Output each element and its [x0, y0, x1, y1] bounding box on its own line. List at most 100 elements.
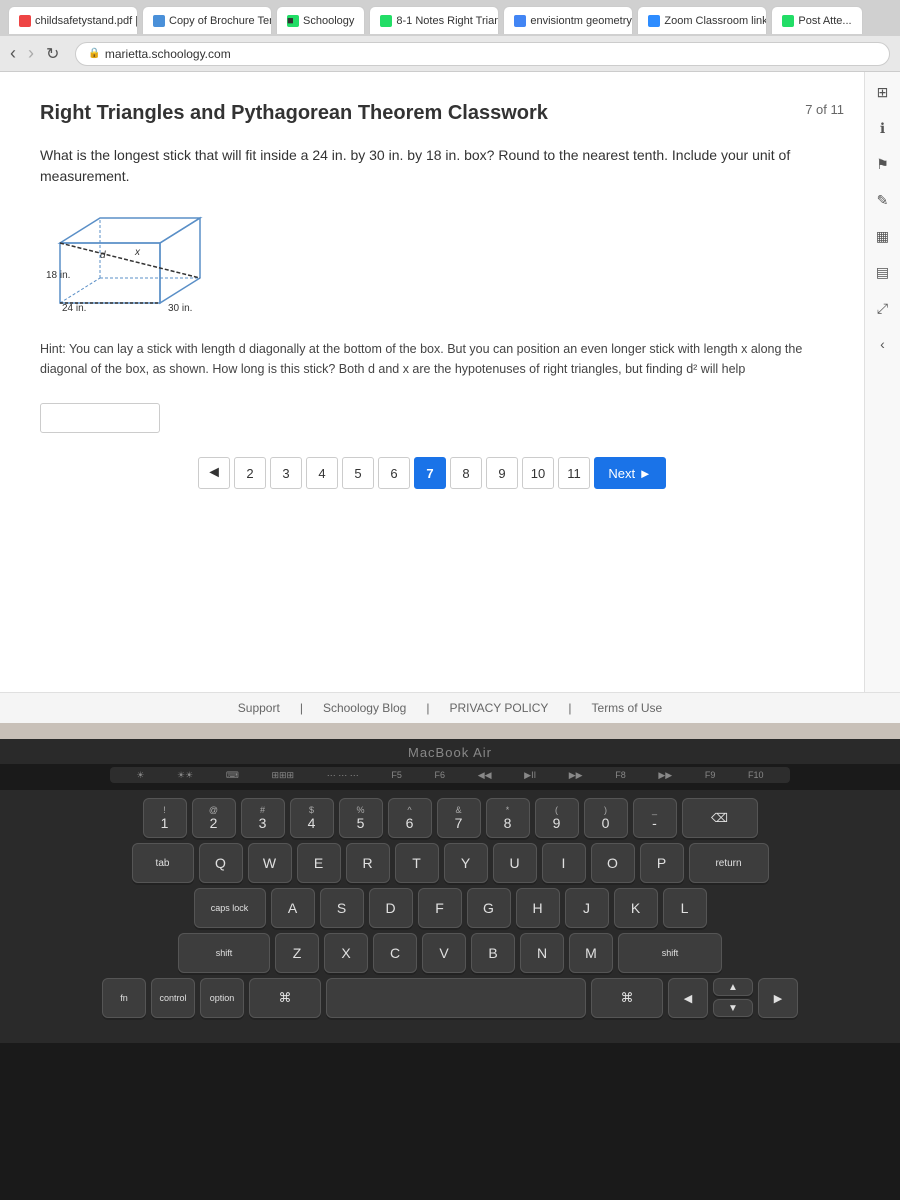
page-10-button[interactable]: 10 [522, 457, 554, 489]
key-y[interactable]: Y [444, 843, 488, 883]
key-w[interactable]: W [248, 843, 292, 883]
key-x[interactable]: X [324, 933, 368, 973]
key-i[interactable]: I [542, 843, 586, 883]
key-7[interactable]: & 7 [437, 798, 481, 838]
key-v[interactable]: V [422, 933, 466, 973]
key-m[interactable]: M [569, 933, 613, 973]
tab-zoom[interactable]: Zoom Classroom link |... [637, 6, 767, 34]
page-9-button[interactable]: 9 [486, 457, 518, 489]
back-button[interactable]: ‹ [10, 43, 16, 64]
footer-support[interactable]: Support [238, 701, 280, 715]
key-1[interactable]: ! 1 [143, 798, 187, 838]
key-z[interactable]: Z [275, 933, 319, 973]
page-3-button[interactable]: 3 [270, 457, 302, 489]
key-u[interactable]: U [493, 843, 537, 883]
key-3[interactable]: # 3 [241, 798, 285, 838]
key-o[interactable]: O [591, 843, 635, 883]
footer-privacy[interactable]: PRIVACY POLICY [449, 701, 548, 715]
info-icon[interactable]: ℹ [871, 116, 895, 140]
tab-post[interactable]: Post Atte... [771, 6, 862, 34]
key-p[interactable]: P [640, 843, 684, 883]
keyboard-row-asdf: caps lock A S D F G H J K L [14, 888, 886, 928]
key-minus[interactable]: _ - [633, 798, 677, 838]
key-j[interactable]: J [565, 888, 609, 928]
key-tab[interactable]: tab [132, 843, 194, 883]
key-a[interactable]: A [271, 888, 315, 928]
page-4-button[interactable]: 4 [306, 457, 338, 489]
tab-childsafety[interactable]: childsafetystand.pdf |... [8, 6, 138, 34]
key-2[interactable]: @ 2 [192, 798, 236, 838]
url-bar[interactable]: 🔒 marietta.schoology.com [75, 42, 890, 66]
page-8-button[interactable]: 8 [450, 457, 482, 489]
reload-button[interactable]: ↻ [46, 44, 59, 64]
page-6-button[interactable]: 6 [378, 457, 410, 489]
browser-address-bar: ‹ › ↻ 🔒 marietta.schoology.com [0, 36, 900, 72]
key-command-right[interactable]: ⌘ [591, 978, 663, 1018]
d-label: d [100, 250, 106, 261]
page-7-button[interactable]: 7 [414, 457, 446, 489]
key-s[interactable]: S [320, 888, 364, 928]
hint-text: Hint: You can lay a stick with length d … [40, 339, 820, 379]
key-control[interactable]: control [151, 978, 195, 1018]
key-q[interactable]: Q [199, 843, 243, 883]
expand-icon[interactable]: ⤢ [871, 296, 895, 320]
tab-schoology[interactable]: ■ Schoology [276, 6, 365, 34]
key-enter[interactable]: return [689, 843, 769, 883]
key-h[interactable]: H [516, 888, 560, 928]
key-command-left[interactable]: ⌘ [249, 978, 321, 1018]
page-2-button[interactable]: 2 [234, 457, 266, 489]
answer-input[interactable] [40, 403, 160, 433]
doc-icon[interactable]: ▤ [871, 260, 895, 284]
key-8[interactable]: * 8 [486, 798, 530, 838]
pencil-icon[interactable]: ✎ [871, 188, 895, 212]
tab-brochure[interactable]: Copy of Brochure Tem... [142, 6, 272, 34]
tab-google[interactable]: envisiontm geometry +... [503, 6, 633, 34]
key-fn[interactable]: fn [102, 978, 146, 1018]
key-4[interactable]: $ 4 [290, 798, 334, 838]
grid2-icon[interactable]: ▦ [871, 224, 895, 248]
question-text: What is the longest stick that will fit … [40, 145, 824, 187]
grid-icon[interactable]: ⊞ [871, 80, 895, 104]
key-b[interactable]: B [471, 933, 515, 973]
key-n[interactable]: N [520, 933, 564, 973]
key-f[interactable]: F [418, 888, 462, 928]
key-5[interactable]: % 5 [339, 798, 383, 838]
key-k[interactable]: K [614, 888, 658, 928]
keyboard-row-zxcv: shift Z X C V B N M shift [14, 933, 886, 973]
x-label: x [134, 247, 141, 258]
key-shift-left[interactable]: shift [178, 933, 270, 973]
flag-icon[interactable]: ⚑ [871, 152, 895, 176]
key-arrow-down[interactable]: ▼ [713, 999, 753, 1017]
footer: Support | Schoology Blog | PRIVACY POLIC… [0, 692, 900, 723]
key-arrow-up[interactable]: ▲ [713, 978, 753, 996]
keyboard-row-bottom: fn control option ⌘ ⌘ ◀ ▲ ▼ ▶ [14, 978, 886, 1018]
key-option[interactable]: option [200, 978, 244, 1018]
prev-page-button[interactable]: ◄ [198, 457, 230, 489]
right-sidebar: ⊞ ℹ ⚑ ✎ ▦ ▤ ⤢ ‹ [864, 72, 900, 692]
key-backspace[interactable]: ⌫ [682, 798, 758, 838]
footer-blog[interactable]: Schoology Blog [323, 701, 406, 715]
key-e[interactable]: E [297, 843, 341, 883]
key-c[interactable]: C [373, 933, 417, 973]
key-0[interactable]: ) 0 [584, 798, 628, 838]
page-5-button[interactable]: 5 [342, 457, 374, 489]
key-d[interactable]: D [369, 888, 413, 928]
key-shift-right[interactable]: shift [618, 933, 722, 973]
key-l[interactable]: L [663, 888, 707, 928]
key-caps[interactable]: caps lock [194, 888, 266, 928]
key-arrow-right[interactable]: ▶ [758, 978, 798, 1018]
chevron-left-icon[interactable]: ‹ [871, 332, 895, 356]
key-t[interactable]: T [395, 843, 439, 883]
forward-button[interactable]: › [28, 43, 34, 64]
key-g[interactable]: G [467, 888, 511, 928]
next-page-button[interactable]: Next ► [594, 457, 666, 489]
tab-notes[interactable]: 8-1 Notes Right Triang!... [369, 6, 499, 34]
key-arrow-left[interactable]: ◀ [668, 978, 708, 1018]
page-11-button[interactable]: 11 [558, 457, 590, 489]
key-6[interactable]: ^ 6 [388, 798, 432, 838]
key-space[interactable] [326, 978, 586, 1018]
footer-sep2: | [426, 701, 429, 715]
key-r[interactable]: R [346, 843, 390, 883]
footer-terms[interactable]: Terms of Use [592, 701, 663, 715]
key-9[interactable]: ( 9 [535, 798, 579, 838]
